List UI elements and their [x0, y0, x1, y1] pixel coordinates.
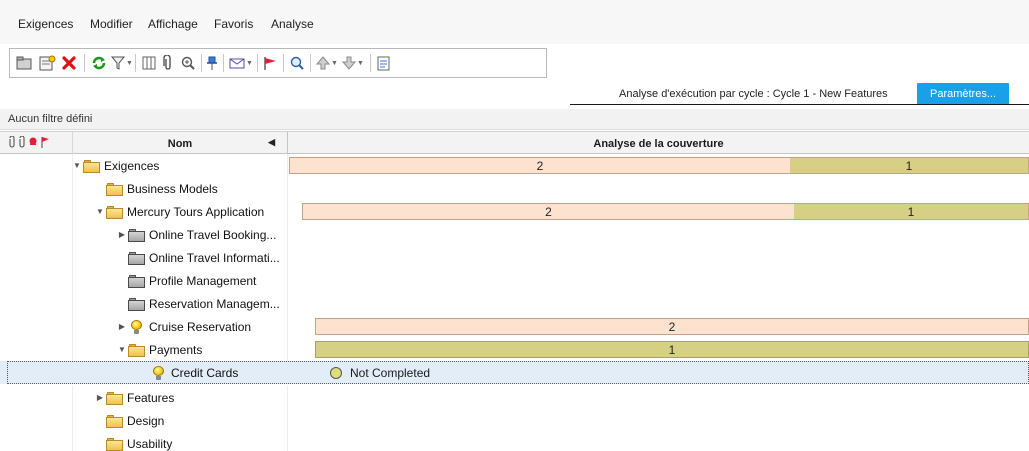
menu-modifier[interactable]: Modifier [90, 17, 133, 31]
tree-node-label: Profile Management [149, 273, 257, 288]
zoom-icon[interactable] [180, 54, 196, 72]
menu-bar: Exigences Modifier Affichage Favoris Ana… [0, 0, 1029, 44]
tree-node-label: Mercury Tours Application [127, 204, 265, 219]
collapsed-arrow-icon[interactable]: ▶ [94, 393, 106, 402]
flag-column-icon[interactable] [40, 136, 50, 151]
coverage-bar[interactable]: 2 1 [302, 203, 1029, 220]
tree-node-label: Online Travel Booking... [149, 227, 277, 242]
bulb-icon [150, 365, 167, 380]
name-column-header[interactable]: Nom ◀ [73, 132, 288, 155]
attachment-icon[interactable] [162, 54, 174, 72]
tree-node-label: Design [127, 413, 165, 428]
tree-node-label: Cruise Reservation [149, 319, 252, 334]
delete-icon[interactable] [61, 54, 77, 72]
coverage-bar[interactable]: 2 1 [289, 157, 1029, 174]
tree-row-selected[interactable]: Credit Cards Not Completed [0, 361, 1029, 384]
new-folder-icon[interactable] [16, 54, 34, 72]
name-column-label: Nom [167, 137, 193, 150]
tree-row[interactable]: Online Travel Informati... [0, 246, 1029, 269]
toolbar: ▼ ▼ ▼ ▼ [9, 48, 547, 78]
coverage-column-header[interactable]: Analyse de la couverture [288, 132, 1029, 155]
tree-row[interactable]: ▶ Features [0, 386, 1029, 409]
status-dot-icon [330, 366, 342, 379]
tree-node-label: Reservation Managem... [149, 296, 280, 311]
coverage-bar[interactable]: 2 [315, 318, 1029, 335]
folder-icon [106, 414, 123, 428]
menu-favoris[interactable]: Favoris [214, 17, 253, 31]
tree-row[interactable]: ▼ Mercury Tours Application 2 1 [0, 200, 1029, 223]
coverage-segment-not-completed: 1 [790, 158, 1028, 173]
tree-row[interactable]: ▼ Payments 1 [0, 338, 1029, 361]
move-down-icon[interactable]: ▼ [342, 54, 364, 72]
indicator-columns-header [0, 132, 73, 155]
tree-node-label: Exigences [104, 158, 160, 173]
menu-exigences[interactable]: Exigences [18, 17, 73, 31]
folder-icon [106, 182, 123, 196]
status-text: Not Completed [350, 365, 431, 380]
bulb-icon [128, 319, 145, 334]
alert-column-icon[interactable] [28, 136, 38, 151]
refresh-icon[interactable] [90, 54, 108, 72]
tree-row[interactable]: Business Models [0, 177, 1029, 200]
linked-column-icon[interactable] [18, 135, 26, 151]
grey-folder-icon [128, 274, 145, 288]
coverage-segment-not-covered: 2 [290, 158, 790, 173]
menu-analyse[interactable]: Analyse [271, 17, 314, 31]
analysis-divider [570, 104, 1029, 105]
mail-icon[interactable]: ▼ [229, 54, 253, 72]
expanded-arrow-icon[interactable]: ▼ [94, 207, 106, 216]
tree-node-label: Payments [149, 342, 203, 357]
grey-folder-icon [128, 228, 145, 242]
grid-header: Nom ◀ Analyse de la couverture [0, 131, 1029, 155]
coverage-status: Not Completed [330, 364, 430, 381]
folder-icon [128, 343, 145, 357]
collapse-arrow-icon[interactable]: ◀ [268, 137, 275, 148]
report-icon[interactable] [376, 54, 392, 72]
folder-icon [83, 159, 100, 173]
collapsed-arrow-icon[interactable]: ▶ [116, 230, 128, 239]
columns-icon[interactable] [141, 54, 157, 72]
folder-icon [106, 391, 123, 405]
grey-folder-icon [128, 251, 145, 265]
filter-status: Aucun filtre défini [8, 113, 93, 125]
filter-icon[interactable]: ▼ [111, 54, 133, 72]
tree-row[interactable]: Profile Management [0, 269, 1029, 292]
grey-folder-icon [128, 297, 145, 311]
flag-icon[interactable] [262, 54, 278, 72]
tree-row[interactable]: Usability [0, 432, 1029, 451]
coverage-bar[interactable]: 1 [315, 341, 1029, 358]
filter-bar: Aucun filtre défini [0, 109, 1029, 130]
find-icon[interactable] [289, 54, 305, 72]
tree-row[interactable]: ▶ Cruise Reservation 2 [0, 315, 1029, 338]
expanded-arrow-icon[interactable]: ▼ [71, 161, 83, 170]
coverage-segment-not-covered: 2 [316, 319, 1028, 334]
tree-node-label: Features [127, 390, 175, 405]
tree-node-label: Business Models [127, 181, 218, 196]
coverage-segment-not-completed: 1 [794, 204, 1028, 219]
coverage-segment-not-covered: 2 [303, 204, 794, 219]
collapsed-arrow-icon[interactable]: ▶ [116, 322, 128, 331]
parameters-button[interactable]: Paramètres... [917, 83, 1009, 105]
expanded-arrow-icon[interactable]: ▼ [116, 345, 128, 354]
pin-icon[interactable] [206, 54, 218, 72]
tree-row[interactable]: Design [0, 409, 1029, 432]
tree-node-label: Credit Cards [171, 365, 239, 380]
folder-icon [106, 437, 123, 451]
folder-icon [106, 205, 123, 219]
tree-node-label: Usability [127, 436, 173, 451]
menu-affichage[interactable]: Affichage [148, 17, 198, 31]
tree-row[interactable]: ▶ Online Travel Booking... [0, 223, 1029, 246]
attachment-column-icon[interactable] [8, 135, 16, 151]
tree-row[interactable]: Reservation Managem... [0, 292, 1029, 315]
coverage-segment-not-completed: 1 [316, 342, 1028, 357]
move-up-icon[interactable]: ▼ [316, 54, 338, 72]
analysis-title: Analyse d'exécution par cycle : Cycle 1 … [619, 88, 888, 100]
new-requirement-icon[interactable] [38, 54, 56, 72]
tree-node-label: Online Travel Informati... [149, 250, 280, 265]
tree-row[interactable]: ▼ Exigences 2 1 [0, 154, 1029, 177]
